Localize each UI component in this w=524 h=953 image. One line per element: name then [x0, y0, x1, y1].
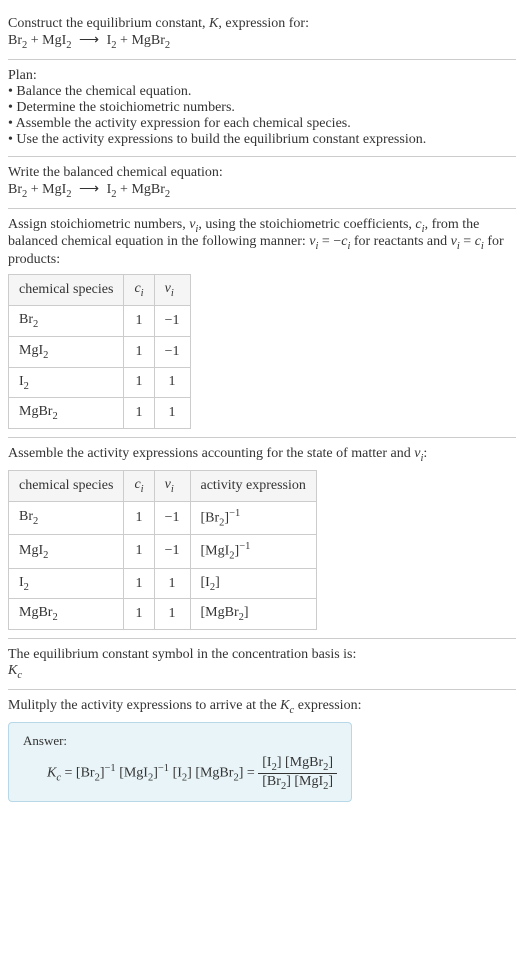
arrow-icon: ⟶ — [75, 33, 103, 48]
activity-section: Assemble the activity expressions accoun… — [8, 438, 516, 639]
plan-bullet: • Determine the stoichiometric numbers. — [8, 100, 516, 116]
table-row: MgI2 1 −1 — [9, 336, 191, 367]
plan-bullet: • Assemble the activity expression for e… — [8, 116, 516, 132]
table-row: Br2 1 −1 — [9, 305, 191, 336]
species-mgbr2: MgBr2 — [131, 33, 170, 48]
col-ci: ci — [124, 470, 154, 501]
fraction: [I2] [MgBr2][Br2] [MgI2] — [258, 755, 337, 792]
intro-equation: Br2 + MgI2 ⟶ I2 + MgBr2 — [8, 32, 516, 51]
symbol-section: The equilibrium constant symbol in the c… — [8, 639, 516, 690]
table-header-row: chemical species ci νi activity expressi… — [9, 470, 317, 501]
species-mgi2: MgI2 — [42, 33, 71, 48]
table-row: I2 1 1 [I2] — [9, 568, 317, 599]
activity-table: chemical species ci νi activity expressi… — [8, 470, 317, 630]
table-header-row: chemical species ci νi — [9, 275, 191, 306]
col-nui: νi — [154, 470, 190, 501]
balanced-section: Write the balanced chemical equation: Br… — [8, 157, 516, 209]
symbol-text: The equilibrium constant symbol in the c… — [8, 647, 516, 663]
table-row: I2 1 1 — [9, 367, 191, 398]
col-species: chemical species — [9, 470, 124, 501]
table-row: MgI2 1 −1 [MgI2]−1 — [9, 535, 317, 568]
plan-bullet: • Use the activity expressions to build … — [8, 132, 516, 148]
multiply-section: Mulitply the activity expressions to arr… — [8, 690, 516, 810]
balanced-equation: Br2 + MgI2 ⟶ I2 + MgBr2 — [8, 181, 516, 200]
arrow-icon: ⟶ — [75, 182, 103, 197]
intro-text2: , expression for: — [218, 16, 309, 31]
balanced-header: Write the balanced chemical equation: — [8, 165, 516, 181]
col-species: chemical species — [9, 275, 124, 306]
species-i2: I2 — [107, 33, 117, 48]
answer-label: Answer: — [23, 733, 337, 749]
answer-expression: Kc = [Br2]−1 [MgI2]−1 [I2] [MgBr2] = [I2… — [23, 755, 337, 792]
intro-line: Construct the equilibrium constant, K, e… — [8, 16, 516, 32]
intro-K: K — [209, 16, 218, 31]
intro-section: Construct the equilibrium constant, K, e… — [8, 8, 516, 60]
col-activity: activity expression — [190, 470, 316, 501]
plan-bullet: • Balance the chemical equation. — [8, 84, 516, 100]
table-row: MgBr2 1 1 — [9, 398, 191, 429]
activity-header: Assemble the activity expressions accoun… — [8, 446, 516, 464]
answer-box: Answer: Kc = [Br2]−1 [MgI2]−1 [I2] [MgBr… — [8, 722, 352, 803]
multiply-text: Mulitply the activity expressions to arr… — [8, 698, 516, 716]
stoich-text: Assign stoichiometric numbers, νi, using… — [8, 217, 516, 269]
stoich-table: chemical species ci νi Br2 1 −1 MgI2 1 −… — [8, 274, 191, 429]
plan-section: Plan: • Balance the chemical equation. •… — [8, 60, 516, 157]
col-nui: νi — [154, 275, 190, 306]
plan-header: Plan: — [8, 68, 516, 84]
table-row: Br2 1 −1 [Br2]−1 — [9, 501, 317, 534]
symbol-kc: Kc — [8, 663, 516, 681]
table-row: MgBr2 1 1 [MgBr2] — [9, 599, 317, 630]
stoich-section: Assign stoichiometric numbers, νi, using… — [8, 209, 516, 439]
intro-text: Construct the equilibrium constant, — [8, 16, 209, 31]
species-br2: Br2 — [8, 33, 27, 48]
col-ci: ci — [124, 275, 154, 306]
